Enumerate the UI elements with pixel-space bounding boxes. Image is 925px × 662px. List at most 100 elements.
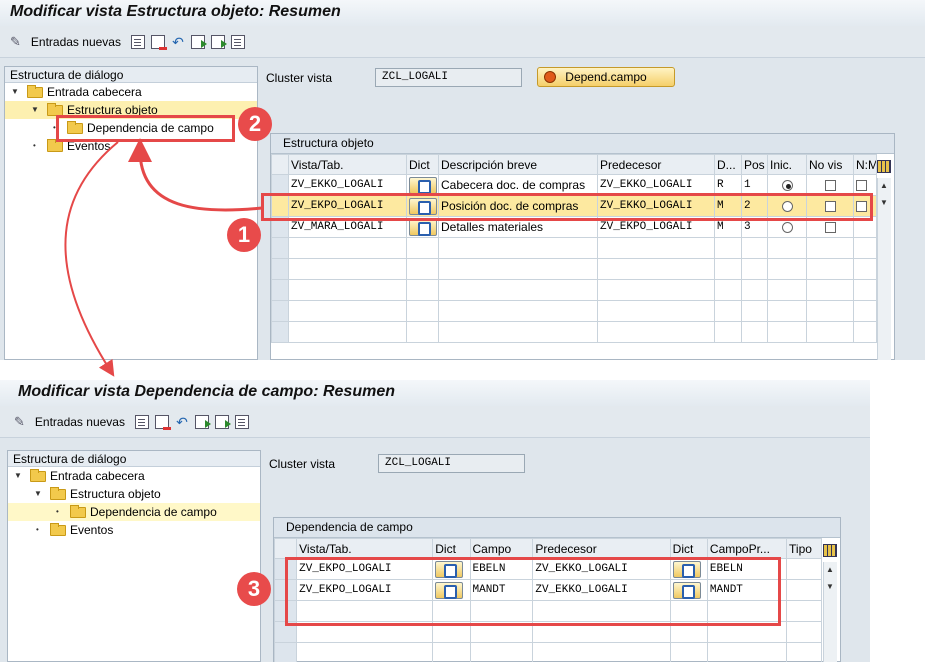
delete-icon[interactable] xyxy=(150,34,167,50)
grid-title: Dependencia de campo xyxy=(274,518,840,538)
column-settings-icon[interactable] xyxy=(877,160,891,173)
expand-arrow-icon[interactable]: ▼ xyxy=(11,83,19,101)
col-nm[interactable]: N:M xyxy=(853,154,877,175)
table-row-empty xyxy=(273,642,822,662)
vertical-scrollbar[interactable]: ▲ ▼ xyxy=(877,178,891,360)
vertical-scrollbar[interactable]: ▲ ▼ xyxy=(823,562,837,662)
table-header-row: Vista/Tab. Dict Campo Predecesor Dict Ca… xyxy=(273,538,822,559)
tree-item-label: Entrada cabecera xyxy=(50,469,145,483)
table-row-empty xyxy=(271,300,877,322)
cluster-view-field[interactable]: ZCL_LOGALI xyxy=(378,454,525,473)
checkbox[interactable] xyxy=(856,180,867,192)
scroll-up-icon[interactable]: ▲ xyxy=(880,181,888,190)
select-all-icon[interactable] xyxy=(194,414,211,429)
copy-icon[interactable] xyxy=(130,34,145,49)
col-desc[interactable]: Descripción breve xyxy=(438,154,598,175)
folder-icon xyxy=(50,487,66,500)
folder-icon xyxy=(30,469,46,482)
tree-item-object-structure[interactable]: ▼ Estructura objeto xyxy=(8,485,260,503)
callout-2: 2 xyxy=(238,107,272,141)
tree-item-label: Eventos xyxy=(70,523,114,537)
folder-icon xyxy=(50,523,66,536)
bullet-icon: • xyxy=(33,141,36,150)
toolbar: ✎ Entradas nuevas ↶ xyxy=(0,26,925,58)
table-row-empty xyxy=(271,321,877,343)
depend-field-button[interactable]: Depend.campo xyxy=(537,67,675,87)
toolbar: ✎ Entradas nuevas ↶ xyxy=(0,406,870,438)
top-window: Modificar vista Estructura objeto: Resum… xyxy=(0,0,925,360)
dict-icon[interactable] xyxy=(409,219,437,236)
col-dict[interactable]: Dict xyxy=(406,154,439,175)
col-pos[interactable]: Pos xyxy=(741,154,768,175)
page-title: Modificar vista Dependencia de campo: Re… xyxy=(0,380,870,406)
scroll-down-icon[interactable]: ▼ xyxy=(880,198,888,207)
scroll-up-icon[interactable]: ▲ xyxy=(826,565,834,574)
grid-title: Estructura objeto xyxy=(271,134,894,154)
cell-tipo[interactable] xyxy=(786,558,822,580)
col-inic[interactable]: Inic. xyxy=(767,154,807,175)
bullet-icon: • xyxy=(36,525,39,534)
new-entries-button[interactable]: Entradas nuevas xyxy=(35,415,125,429)
callout-3: 3 xyxy=(237,572,271,606)
col-pred[interactable]: Predecesor xyxy=(532,538,671,559)
delete-icon[interactable] xyxy=(154,414,171,430)
folder-icon xyxy=(70,505,86,518)
table-row-empty xyxy=(271,237,877,259)
tree-item-events[interactable]: • Eventos xyxy=(8,521,260,539)
col-dict[interactable]: Dict xyxy=(432,538,471,559)
depend-field-button-label: Depend.campo xyxy=(565,70,647,84)
cluster-view-field[interactable]: ZCL_LOGALI xyxy=(375,68,522,87)
tree-item-label: Estructura objeto xyxy=(70,487,161,501)
col-pred[interactable]: Predecesor xyxy=(597,154,715,175)
new-entries-icon[interactable]: ✎ xyxy=(14,414,25,429)
checkbox[interactable] xyxy=(824,222,836,234)
cluster-view-label: Cluster vista xyxy=(266,71,333,85)
expand-arrow-icon[interactable]: ▼ xyxy=(34,485,42,503)
highlight-box-row xyxy=(261,193,873,221)
select-all-icon[interactable] xyxy=(190,34,207,49)
checkbox[interactable] xyxy=(824,180,836,192)
dict-icon[interactable] xyxy=(409,177,437,194)
col-campo[interactable]: Campo xyxy=(469,538,534,559)
folder-icon xyxy=(27,85,43,98)
radio-button[interactable] xyxy=(781,222,793,234)
callout-1: 1 xyxy=(227,218,261,252)
new-entries-button[interactable]: Entradas nuevas xyxy=(31,35,121,49)
table-row-empty xyxy=(271,258,877,280)
col-campopr[interactable]: CampoPr... xyxy=(706,538,788,559)
col-vista[interactable]: Vista/Tab. xyxy=(296,538,434,559)
tree-header: Estructura de diálogo xyxy=(8,451,260,467)
select-block-icon[interactable] xyxy=(210,34,227,49)
copy-icon[interactable] xyxy=(134,414,149,429)
tree-item-header-entry[interactable]: ▼ Entrada cabecera xyxy=(5,83,257,101)
tree-item-header-entry[interactable]: ▼ Entrada cabecera xyxy=(8,467,260,485)
deselect-icon[interactable] xyxy=(230,34,245,49)
scroll-down-icon[interactable]: ▼ xyxy=(826,582,834,591)
tree-item-label: Dependencia de campo xyxy=(90,505,217,519)
object-structure-grid: Estructura objeto Vista/Tab. Dict Descri… xyxy=(270,133,895,360)
expand-arrow-icon[interactable]: ▼ xyxy=(31,101,39,119)
col-novis[interactable]: No vis xyxy=(806,154,854,175)
table-header-row: Vista/Tab. Dict Descripción breve Predec… xyxy=(271,154,877,175)
dialog-structure-tree: Estructura de diálogo ▼ Entrada cabecera… xyxy=(7,450,261,662)
folder-icon xyxy=(47,139,63,152)
tree-header: Estructura de diálogo xyxy=(5,67,257,83)
expand-arrow-icon[interactable]: ▼ xyxy=(14,467,22,485)
page-title: Modificar vista Estructura objeto: Resum… xyxy=(0,0,925,26)
col-dict-2[interactable]: Dict xyxy=(669,538,708,559)
new-entries-icon[interactable]: ✎ xyxy=(10,34,21,49)
col-d[interactable]: D... xyxy=(714,154,742,175)
column-settings-icon[interactable] xyxy=(823,544,837,557)
col-tipo[interactable]: Tipo xyxy=(786,538,822,559)
select-all-cell[interactable] xyxy=(273,538,298,559)
col-vista[interactable]: Vista/Tab. xyxy=(288,154,407,175)
select-block-icon[interactable] xyxy=(214,414,231,429)
highlight-box-grid xyxy=(285,557,781,626)
deselect-icon[interactable] xyxy=(234,414,249,429)
radio-button[interactable] xyxy=(781,180,793,192)
undo-icon[interactable]: ↶ xyxy=(175,415,189,429)
undo-icon[interactable]: ↶ xyxy=(171,35,185,49)
select-all-cell[interactable] xyxy=(271,154,289,175)
cell-tipo[interactable] xyxy=(786,579,822,601)
tree-item-field-dependency[interactable]: • Dependencia de campo xyxy=(8,503,260,521)
